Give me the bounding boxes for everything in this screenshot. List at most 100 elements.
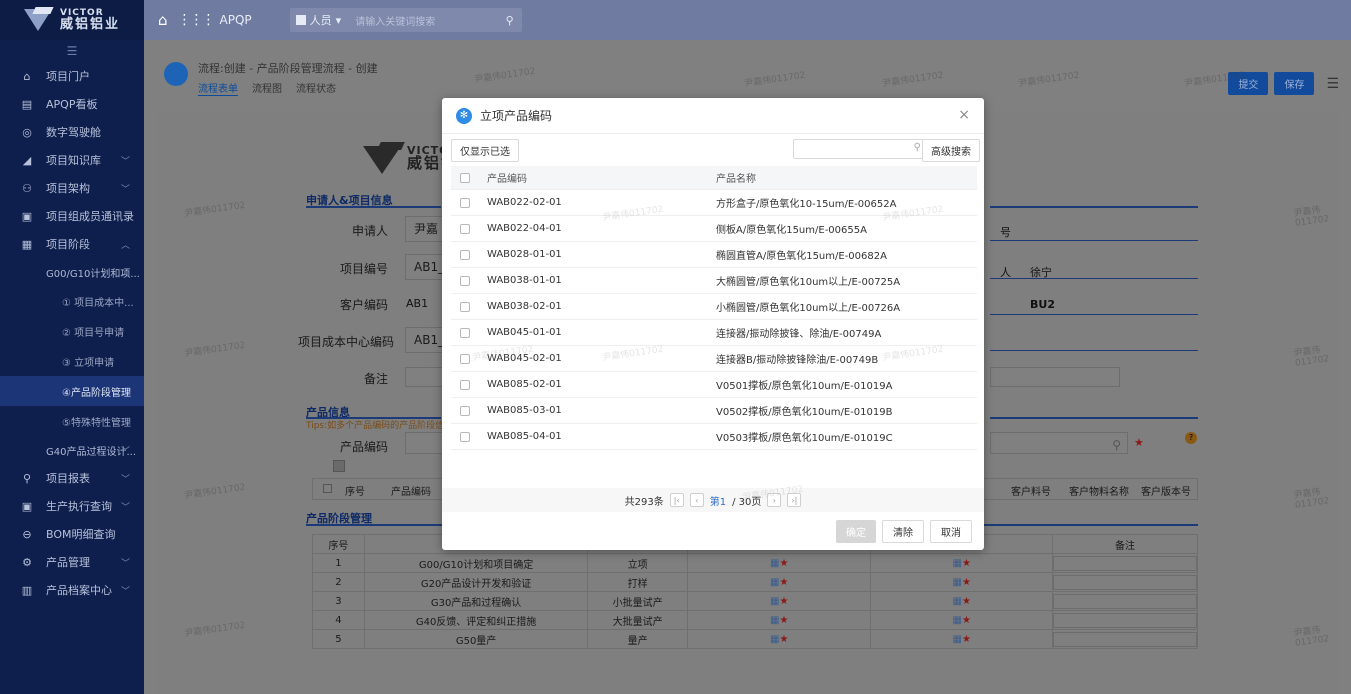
remark-input[interactable] xyxy=(1053,631,1197,647)
sidebar-item-archive[interactable]: ▥ 产品档案中心 ﹀ xyxy=(0,576,144,604)
search-icon[interactable]: ⚲ xyxy=(498,14,522,27)
table-row[interactable]: WAB085-04-01 V0503撑板/原色氧化10um/E-01019C xyxy=(451,424,977,450)
row-checkbox[interactable] xyxy=(460,275,470,286)
sidebar-item-contacts[interactable]: ▣ 项目组成员通讯录 xyxy=(0,202,144,230)
sidebar-subsub-project-no[interactable]: ② 项目号申请 xyxy=(0,316,144,346)
row-checkbox[interactable] xyxy=(460,327,470,338)
table-row[interactable]: WAB038-02-01 小椭圆管/原色氧化10um以上/E-00726A xyxy=(451,294,977,320)
tab-form[interactable]: 流程表单 xyxy=(198,80,238,96)
sidebar-item-bom[interactable]: ⊖ BOM明细查询 xyxy=(0,520,144,548)
sidebar-sub-g40[interactable]: G40产品过程设计... ﹀ xyxy=(0,436,144,464)
product-code-field[interactable] xyxy=(405,432,445,454)
end-date-cell[interactable]: ▦★ xyxy=(870,553,1053,573)
current-page[interactable]: 第1 xyxy=(710,493,726,508)
sidebar-item-knowledge[interactable]: ◢ 项目知识库 ﹀ xyxy=(0,146,144,174)
end-date-cell[interactable]: ▦★ xyxy=(870,572,1053,592)
start-date-cell[interactable]: ▦★ xyxy=(687,610,872,630)
dialog-search-input[interactable]: ⚲ xyxy=(793,139,928,159)
row-checkbox[interactable] xyxy=(460,197,470,208)
search-icon[interactable]: ⚲ xyxy=(914,142,921,153)
sidebar-item-apqp-board[interactable]: ▤ APQP看板 xyxy=(0,90,144,118)
start-date-cell[interactable]: ▦★ xyxy=(687,553,872,573)
sidebar-item-dashboard[interactable]: ◎ 数字驾驶舱 xyxy=(0,118,144,146)
sidebar-item-project-portal[interactable]: ⌂ 项目门户 xyxy=(0,62,144,90)
row-checkbox[interactable] xyxy=(460,379,470,390)
first-page-icon[interactable]: |‹ xyxy=(669,493,684,507)
end-date-cell[interactable]: ▦★ xyxy=(870,610,1053,630)
cost-center-field[interactable]: AB1_0 xyxy=(405,327,445,353)
next-page-icon[interactable]: › xyxy=(767,493,782,507)
tab-flowchart[interactable]: 流程图 xyxy=(252,80,282,96)
end-date-cell[interactable]: ▦★ xyxy=(870,629,1053,649)
search-icon[interactable]: ⚲ xyxy=(1112,438,1121,452)
app-grid-icon[interactable]: ⋮⋮⋮ xyxy=(178,12,216,28)
search-category-select[interactable]: 人员 ▾ xyxy=(290,12,348,28)
row-checkbox[interactable] xyxy=(460,353,470,364)
remark-cell[interactable] xyxy=(1052,629,1198,649)
table-row[interactable]: WAB085-02-01 V0501撑板/原色氧化10um/E-01019A xyxy=(451,372,977,398)
global-search[interactable]: 人员 ▾ 请输入关键词搜索 ⚲ xyxy=(289,8,522,32)
sidebar-subsub-cost-center[interactable]: ① 项目成本中... xyxy=(0,286,144,316)
remark-input[interactable] xyxy=(1053,593,1197,609)
sidebar-subsub-approval[interactable]: ③ 立项申请 xyxy=(0,346,144,376)
sidebar-logo[interactable]: VICTOR 威铝铝业 xyxy=(0,0,144,40)
row-checkbox[interactable] xyxy=(460,405,470,416)
confirm-button[interactable]: 确定 xyxy=(836,520,876,543)
start-date-cell[interactable]: ▦★ xyxy=(687,572,872,592)
menu-list-icon[interactable]: ☰ xyxy=(1326,76,1339,92)
table-row[interactable]: WAB085-03-01 V0502撑板/原色氧化10um/E-01019B xyxy=(451,398,977,424)
remark-input[interactable] xyxy=(1053,555,1197,571)
home-icon[interactable]: ⌂ xyxy=(158,11,168,29)
only-selected-button[interactable]: 仅显示已选 xyxy=(451,139,519,162)
calendar-icon[interactable]: ▦ xyxy=(953,596,962,607)
collapse-toggle[interactable] xyxy=(333,460,345,472)
calendar-icon[interactable]: ▦ xyxy=(953,634,962,645)
start-date-cell[interactable]: ▦★ xyxy=(687,591,872,611)
last-page-icon[interactable]: ›| xyxy=(787,493,802,507)
table-row[interactable]: WAB022-02-01 方形盒子/原色氧化10-15um/E-00652A xyxy=(451,190,977,216)
select-all-checkbox[interactable] xyxy=(323,484,332,493)
help-icon[interactable]: ? xyxy=(1185,432,1197,444)
row-checkbox[interactable] xyxy=(460,249,470,260)
calendar-icon[interactable]: ▦ xyxy=(953,615,962,626)
remark-field[interactable] xyxy=(405,367,445,387)
applicant-field[interactable]: 尹嘉伟 xyxy=(405,216,445,242)
table-row[interactable]: WAB038-01-01 大椭圆管/原色氧化10um以上/E-00725A xyxy=(451,268,977,294)
sidebar-sub-g00[interactable]: G00/G10计划和项... ︿ xyxy=(0,258,144,286)
calendar-icon[interactable]: ▦ xyxy=(953,577,962,588)
remark-input[interactable] xyxy=(1053,574,1197,590)
remark-cell[interactable] xyxy=(1052,553,1198,573)
start-date-cell[interactable]: ▦★ xyxy=(687,629,872,649)
calendar-icon[interactable]: ▦ xyxy=(953,558,962,569)
advanced-search-button[interactable]: 高级搜索 xyxy=(922,139,980,162)
clear-button[interactable]: 清除 xyxy=(882,520,924,543)
close-icon[interactable]: × xyxy=(958,107,970,123)
row-checkbox[interactable] xyxy=(460,223,470,234)
select-all-checkbox[interactable] xyxy=(460,172,470,183)
cancel-button[interactable]: 取消 xyxy=(930,520,972,543)
sidebar-subsub-special-feature[interactable]: ⑤特殊特性管理 xyxy=(0,406,144,436)
save-button[interactable]: 保存 xyxy=(1274,72,1315,95)
row-checkbox[interactable] xyxy=(460,301,470,312)
tab-status[interactable]: 流程状态 xyxy=(296,80,336,96)
collapse-menu-icon[interactable]: ☰ xyxy=(0,40,144,62)
table-row[interactable]: WAB022-04-01 侧板A/原色氧化15um/E-00655A xyxy=(451,216,977,242)
table-row[interactable]: WAB028-01-01 椭圆直管A/原色氧化15um/E-00682A xyxy=(451,242,977,268)
product-code-search-field[interactable]: ⚲ xyxy=(990,432,1128,454)
table-row[interactable]: WAB045-02-01 连接器B/振动除披锋除油/E-00749B xyxy=(451,346,977,372)
remark-cell[interactable] xyxy=(1052,610,1198,630)
remark-input[interactable] xyxy=(1053,612,1197,628)
project-no-field[interactable]: AB1_0 xyxy=(405,254,445,280)
sidebar-item-product[interactable]: ⚙ 产品管理 ﹀ xyxy=(0,548,144,576)
sidebar-item-structure[interactable]: ⚇ 项目架构 ﹀ xyxy=(0,174,144,202)
sidebar-item-report[interactable]: ⚲ 项目报表 ﹀ xyxy=(0,464,144,492)
end-date-cell[interactable]: ▦★ xyxy=(870,591,1053,611)
sidebar-subsub-stage-management[interactable]: ④产品阶段管理 xyxy=(0,376,144,406)
row-checkbox[interactable] xyxy=(460,431,470,442)
submit-button[interactable]: 提交 xyxy=(1228,72,1269,95)
remark-cell[interactable] xyxy=(1052,572,1198,592)
sidebar-item-production[interactable]: ▣ 生产执行查询 ﹀ xyxy=(0,492,144,520)
remark-cell[interactable] xyxy=(1052,591,1198,611)
prev-page-icon[interactable]: ‹ xyxy=(689,493,704,507)
sidebar-item-stage[interactable]: ▦ 项目阶段 ︿ xyxy=(0,230,144,258)
